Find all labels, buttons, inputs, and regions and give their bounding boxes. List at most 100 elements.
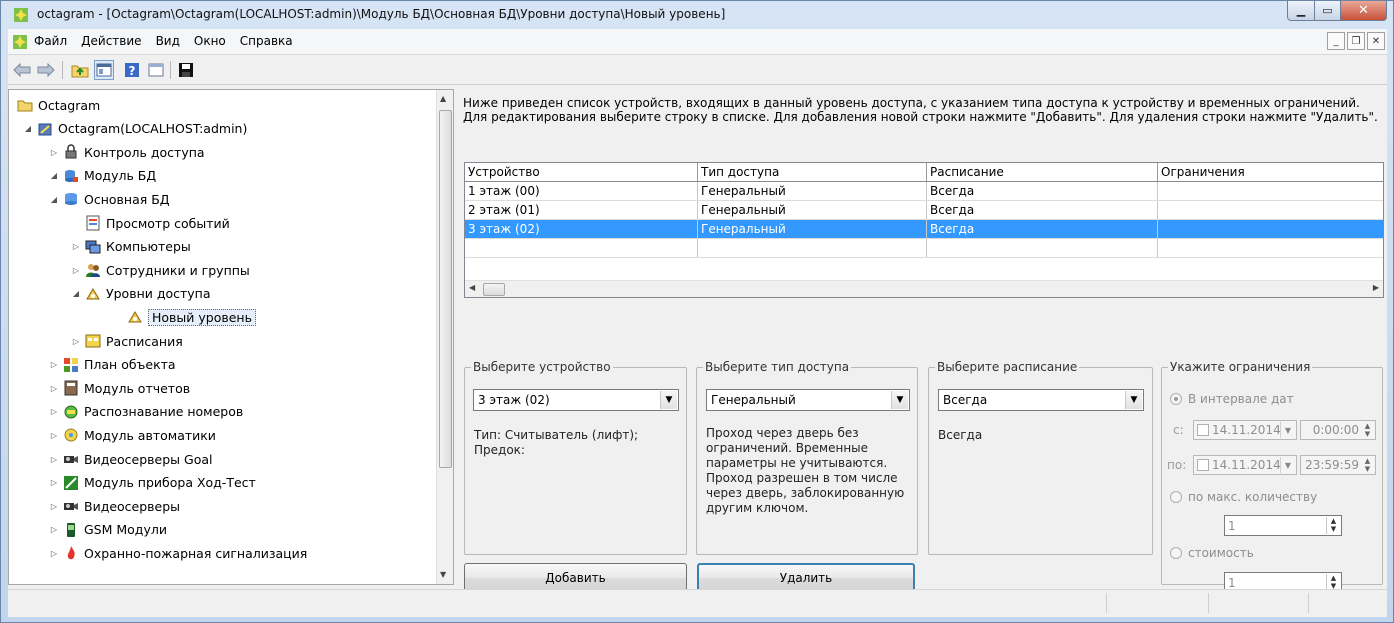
tree-item[interactable]: ▷ Модуль автоматики — [49, 424, 216, 446]
collapsed-arrow-icon[interactable]: ▷ — [49, 407, 59, 416]
table-horizontal-scrollbar[interactable]: ◀ ▶ — [465, 280, 1383, 297]
tree-scroll-thumb[interactable] — [439, 110, 452, 468]
expanded-arrow-icon[interactable]: ◢ — [23, 124, 33, 133]
show-tree-button[interactable] — [94, 60, 114, 80]
device-combobox[interactable]: 3 этаж (02) ▼ — [473, 389, 679, 411]
up-folder-button[interactable] — [70, 60, 90, 80]
from-date-picker[interactable]: 14.11.2014 ▼ — [1193, 420, 1297, 440]
to-time-field[interactable]: 23:59:59 ▲ ▼ — [1300, 455, 1376, 475]
users-icon — [86, 264, 100, 278]
tree-item[interactable]: ▷ Модуль отчетов — [49, 377, 190, 399]
chevron-down-icon[interactable]: ▼ — [660, 391, 677, 409]
tree-item[interactable]: ▷ Распознавание номеров — [49, 401, 243, 423]
spin-arrows-icon[interactable]: ▲ ▼ — [1361, 457, 1374, 473]
table-row-selected[interactable]: 3 этаж (02) Генеральный Всегда — [465, 220, 1383, 239]
radio-date-interval[interactable]: В интервале дат — [1170, 392, 1294, 406]
maximize-button[interactable]: ▭ — [1315, 1, 1341, 21]
from-time-value: 0:00:00 — [1312, 423, 1359, 437]
tree-item[interactable]: ▷ План объекта — [49, 354, 176, 376]
tree-item[interactable]: ▷ Видеосерверы Goal — [49, 448, 213, 470]
collapsed-arrow-icon[interactable]: ▷ — [49, 525, 59, 534]
collapsed-arrow-icon[interactable]: ▷ — [49, 455, 59, 464]
collapsed-arrow-icon[interactable]: ▷ — [49, 360, 59, 369]
chevron-down-icon[interactable]: ▼ — [1125, 391, 1142, 409]
tree-item[interactable]: ▷ Видеосерверы — [49, 495, 180, 517]
collapsed-arrow-icon[interactable]: ▷ — [71, 242, 81, 251]
table-row[interactable]: 1 этаж (00) Генеральный Всегда — [465, 182, 1383, 201]
checkbox-icon[interactable] — [1197, 424, 1209, 436]
collapsed-arrow-icon[interactable]: ▷ — [49, 478, 59, 487]
collapsed-arrow-icon[interactable]: ▷ — [49, 549, 59, 558]
tree-item[interactable]: ◢ Octagram(LOCALHOST:admin) — [23, 118, 247, 140]
column-header-access-type[interactable]: Тип доступа — [698, 163, 927, 181]
checkbox-icon[interactable] — [1197, 459, 1209, 471]
properties-button[interactable] — [146, 60, 166, 80]
menu-file[interactable]: Файл — [34, 34, 67, 48]
chevron-down-icon[interactable]: ▼ — [891, 391, 908, 409]
collapsed-arrow-icon[interactable]: ▷ — [71, 266, 81, 275]
mdi-restore-button[interactable]: ❐ — [1347, 32, 1365, 50]
schedule-combobox[interactable]: Всегда ▼ — [938, 389, 1144, 411]
tree-item[interactable]: ▷ Охранно-пожарная сигнализация — [49, 542, 307, 564]
collapsed-arrow-icon[interactable]: ▷ — [49, 148, 59, 157]
access-type-combobox[interactable]: Генеральный ▼ — [706, 389, 910, 411]
tree-item[interactable]: Просмотр событий — [71, 212, 230, 234]
to-date-picker[interactable]: 14.11.2014 ▼ — [1193, 455, 1297, 475]
forward-button[interactable] — [36, 60, 56, 80]
menu-action[interactable]: Действие — [81, 34, 141, 48]
tree-item[interactable]: ▷ Расписания — [71, 330, 183, 352]
device-info: Тип: Считыватель (лифт); Предок: — [474, 428, 639, 457]
collapsed-arrow-icon[interactable]: ▷ — [71, 337, 81, 346]
schedule-icon — [85, 334, 101, 348]
mdi-close-button[interactable]: ✕ — [1367, 32, 1385, 50]
tree-vertical-scrollbar[interactable]: ▲ ▼ — [436, 90, 453, 584]
radio-cost[interactable]: стоимость — [1170, 546, 1254, 560]
table-row[interactable]: 2 этаж (01) Генеральный Всегда — [465, 201, 1383, 220]
minimize-button[interactable]: ▁ — [1287, 1, 1315, 21]
tree-item[interactable]: Octagram — [17, 94, 100, 116]
column-header-schedule[interactable]: Расписание — [927, 163, 1158, 181]
collapsed-arrow-icon[interactable]: ▷ — [49, 502, 59, 511]
chevron-down-icon[interactable]: ▼ — [1280, 422, 1295, 438]
expanded-arrow-icon[interactable]: ◢ — [49, 171, 59, 180]
tree-item[interactable]: ▷ Сотрудники и группы — [71, 259, 250, 281]
tree-item[interactable]: ◢ Модуль БД — [49, 165, 156, 187]
tree-item[interactable]: ▷ Модуль прибора Ход-Тест — [49, 472, 256, 494]
save-button[interactable] — [176, 60, 196, 80]
back-button[interactable] — [12, 60, 32, 80]
expanded-arrow-icon[interactable]: ◢ — [49, 195, 59, 204]
collapsed-arrow-icon[interactable]: ▷ — [49, 384, 59, 393]
title-bar[interactable]: octagram - [Octagram\Octagram(LOCALHOST:… — [1, 1, 1393, 29]
tree-item[interactable]: ▷ Контроль доступа — [49, 141, 205, 163]
tree-item[interactable]: ▷ Компьютеры — [71, 236, 191, 258]
radio-max-count[interactable]: по макс. количеству — [1170, 490, 1317, 504]
from-time-field[interactable]: 0:00:00 ▲ ▼ — [1300, 420, 1376, 440]
help-button[interactable]: ? — [122, 60, 142, 80]
tree-item-label: Охранно-пожарная сигнализация — [84, 545, 308, 561]
mdi-minimize-button[interactable]: _ — [1327, 32, 1345, 50]
chevron-down-icon[interactable]: ▼ — [1280, 457, 1295, 473]
table-row-empty[interactable] — [465, 239, 1383, 258]
max-count-stepper[interactable]: 1 ▲ ▼ — [1224, 515, 1342, 536]
close-button[interactable]: ✕ — [1341, 1, 1387, 21]
app-menu-icon[interactable] — [12, 34, 28, 50]
window-icon — [148, 63, 164, 77]
menu-window[interactable]: Окно — [194, 34, 226, 48]
column-header-device[interactable]: Устройство — [465, 163, 698, 181]
device-icon — [64, 475, 78, 490]
tree-item-label: Octagram — [38, 97, 101, 113]
spin-arrows-icon[interactable]: ▲ ▼ — [1361, 422, 1374, 438]
spin-arrows-icon[interactable]: ▲ ▼ — [1326, 517, 1340, 534]
menu-help[interactable]: Справка — [240, 34, 293, 48]
tree-item[interactable]: ▷ GSM Модули — [49, 519, 167, 541]
tree-item[interactable]: ◢ Основная БД — [49, 188, 170, 210]
client-area: Файл Действие Вид Окно Справка _ ❐ ✕ ? O… — [8, 29, 1387, 617]
table-scroll-thumb[interactable] — [483, 283, 505, 296]
tree-item[interactable]: ◢ Уровни доступа — [71, 283, 211, 305]
tree-item[interactable]: Новый уровень — [127, 306, 256, 328]
menu-view[interactable]: Вид — [156, 34, 180, 48]
collapsed-arrow-icon[interactable]: ▷ — [49, 431, 59, 440]
expanded-arrow-icon[interactable]: ◢ — [71, 289, 81, 298]
radio-max-count-label: по макс. количеству — [1188, 490, 1318, 504]
column-header-limits[interactable]: Ограничения — [1158, 163, 1383, 181]
